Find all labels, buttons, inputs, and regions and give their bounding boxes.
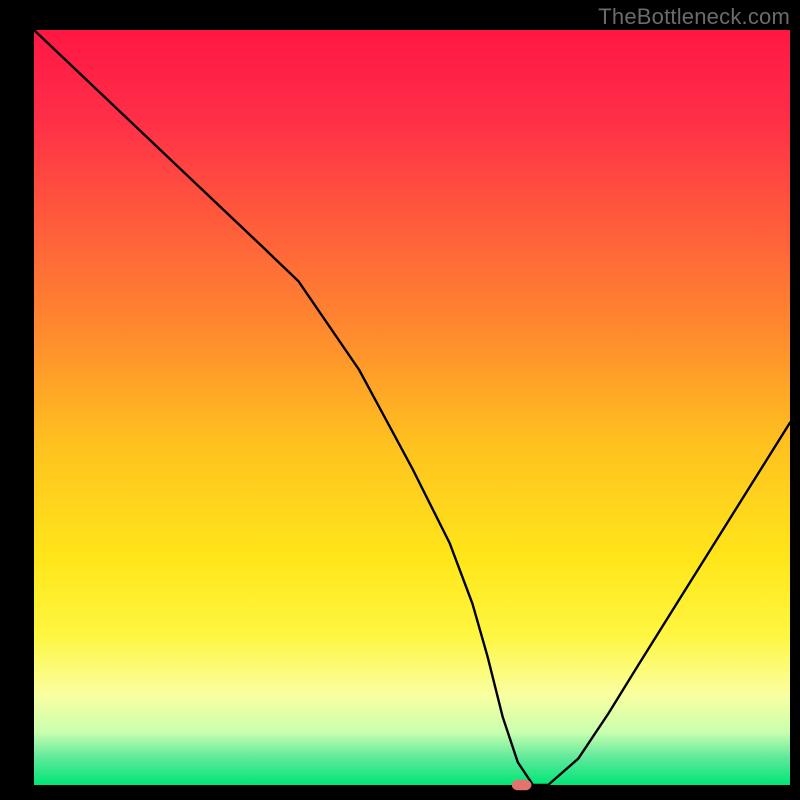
- bottleneck-marker: [512, 780, 532, 791]
- bottleneck-chart: [0, 0, 800, 800]
- plot-background: [34, 30, 790, 785]
- chart-frame: TheBottleneck.com: [0, 0, 800, 800]
